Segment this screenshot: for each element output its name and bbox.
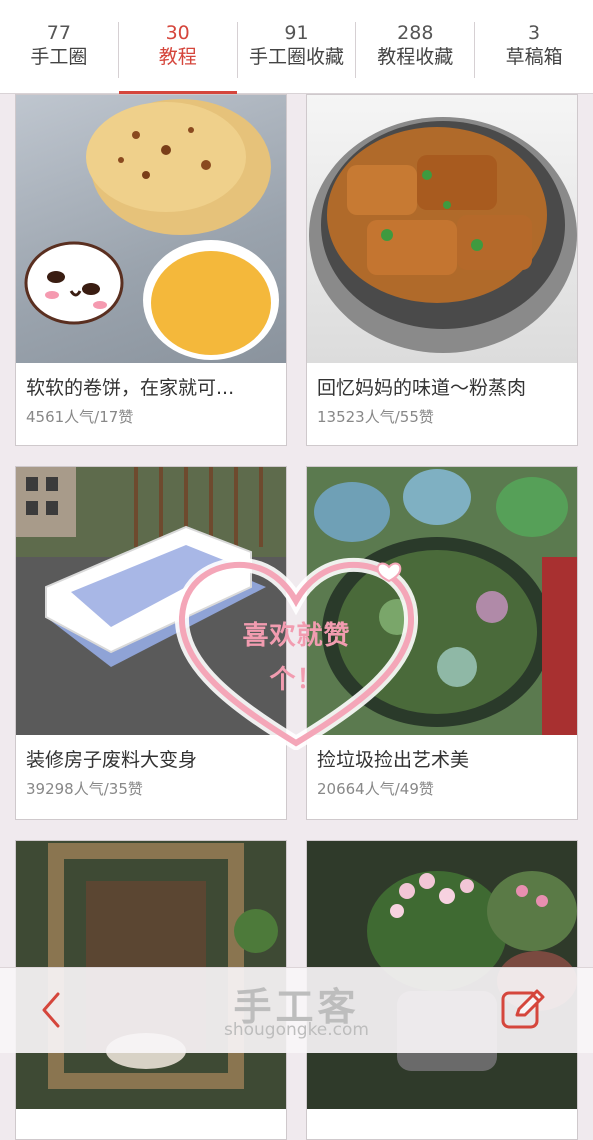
tab-label: 草稿箱 bbox=[505, 46, 563, 68]
tutorial-stats: 20664人气/49赞 bbox=[317, 780, 434, 798]
heart-icon bbox=[174, 557, 419, 750]
tutorial-title bbox=[16, 1109, 286, 1121]
pancake-photo bbox=[24, 99, 279, 360]
stats-bar: 77 手工圈 30 教程 91 手工圈收藏 288 教程收藏 3 草稿箱 bbox=[0, 0, 593, 94]
tab-label: 教程收藏 bbox=[377, 46, 454, 68]
like-badge-text: 喜欢就赞 bbox=[242, 621, 351, 651]
tab-label: 手工圈收藏 bbox=[248, 46, 344, 68]
tab-count: 77 bbox=[46, 22, 71, 44]
steamed-pork-photo bbox=[309, 117, 577, 353]
like-badge-text: 个！ bbox=[269, 665, 324, 695]
edit-button[interactable] bbox=[499, 985, 547, 1033]
like-heart-badge[interactable]: 喜欢就赞 个！ bbox=[174, 555, 419, 750]
tutorial-title bbox=[307, 1109, 577, 1121]
tab-tutorials[interactable]: 30 教程 bbox=[117, 22, 237, 94]
tutorial-stats: 13523人气/55赞 bbox=[317, 408, 434, 426]
tutorial-thumbnail bbox=[307, 95, 577, 363]
tutorial-stats: 39298人气/35赞 bbox=[26, 780, 143, 798]
tab-tutorial-favorites[interactable]: 288 教程收藏 bbox=[355, 22, 474, 78]
tab-handcraft-circle[interactable]: 77 手工圈 bbox=[0, 22, 118, 78]
tutorial-stats: 4561人气/17赞 bbox=[26, 408, 134, 426]
edit-icon bbox=[501, 989, 545, 1029]
tutorial-card[interactable]: 软软的卷饼，在家就可... 4561人气/17赞 bbox=[15, 94, 287, 446]
bottom-toolbar: 手工客 shougongke.com bbox=[0, 967, 593, 1053]
tab-count: 30 bbox=[165, 22, 190, 44]
tutorial-title: 回忆妈妈的味道～粉蒸肉 bbox=[317, 377, 527, 399]
tab-count: 3 bbox=[528, 22, 541, 44]
tutorial-title: 软软的卷饼，在家就可... bbox=[26, 377, 235, 399]
tab-label: 手工圈 bbox=[30, 46, 88, 68]
tutorial-stats bbox=[307, 1121, 577, 1127]
tab-count: 288 bbox=[397, 22, 434, 44]
tab-drafts[interactable]: 3 草稿箱 bbox=[474, 22, 593, 78]
tutorial-thumbnail bbox=[16, 95, 286, 363]
tutorial-card[interactable]: 回忆妈妈的味道～粉蒸肉 13523人气/55赞 bbox=[306, 94, 578, 446]
tab-count: 91 bbox=[284, 22, 309, 44]
tab-circle-favorites[interactable]: 91 手工圈收藏 bbox=[236, 22, 356, 78]
tab-label: 教程 bbox=[158, 46, 197, 68]
tutorial-stats bbox=[16, 1121, 286, 1127]
